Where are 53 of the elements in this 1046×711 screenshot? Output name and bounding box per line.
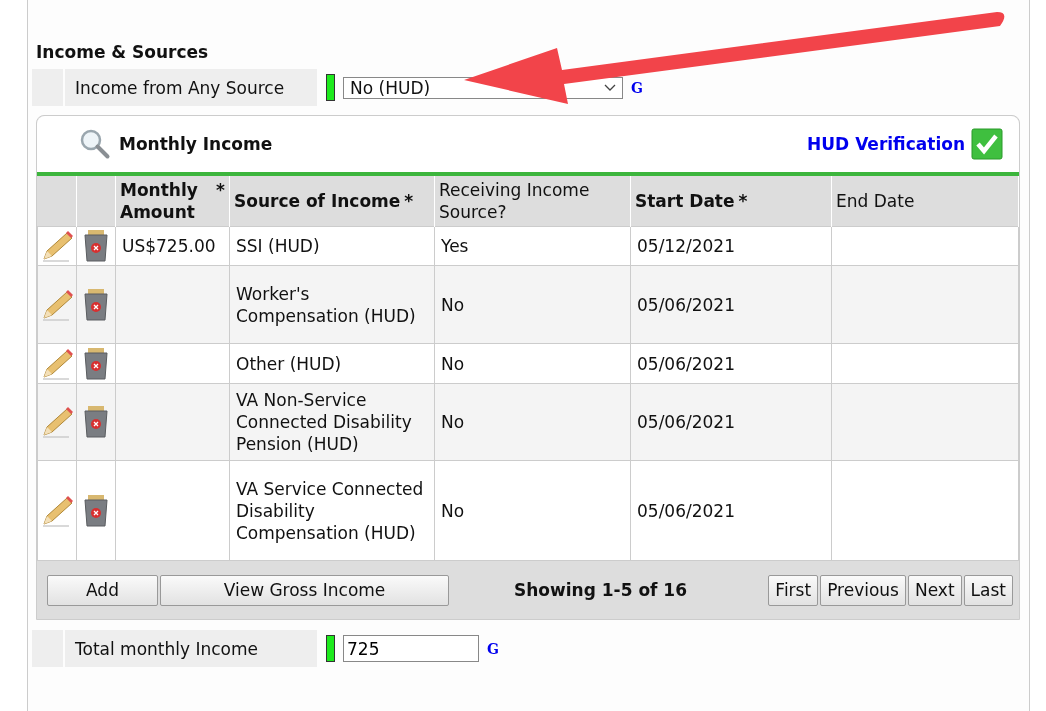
required-mark: *	[738, 190, 748, 212]
column-header: End Date	[836, 190, 915, 212]
start-date-cell: 05/12/2021	[637, 236, 735, 256]
g-link[interactable]: G	[631, 79, 643, 96]
column-header: Source of Income	[234, 190, 401, 212]
receiving-cell: No	[441, 294, 465, 315]
required-mark: *	[404, 190, 414, 212]
panel-title: Monthly Income	[119, 134, 273, 154]
pager-button[interactable]: Last	[963, 574, 1013, 606]
paging-text: Showing 1-5 of 16	[514, 580, 688, 600]
field-label: Income from Any Source	[65, 69, 317, 106]
column-header: Receiving Income Source?	[439, 179, 591, 223]
receiving-cell: Yes	[441, 236, 469, 256]
pager-button[interactable]: Previous	[820, 574, 906, 606]
pencil-icon[interactable]	[40, 493, 74, 528]
receiving-cell: No	[441, 500, 465, 521]
pager-button[interactable]: First	[768, 574, 819, 606]
receiving-cell: No	[441, 353, 465, 374]
total-input[interactable]: 725	[343, 635, 479, 662]
verification-link[interactable]: HUD Verification	[807, 134, 965, 154]
trash-icon[interactable]	[82, 229, 110, 263]
action-button[interactable]: View Gross Income	[160, 574, 449, 606]
field-label: Total monthly Income	[65, 630, 317, 667]
pencil-icon[interactable]	[40, 405, 74, 439]
source-cell: Worker's Compensation (HUD)	[236, 283, 416, 326]
search-icon[interactable]	[79, 128, 111, 160]
g-link[interactable]: G	[487, 640, 499, 657]
source-cell: SSI (HUD)	[236, 236, 320, 256]
start-date-cell: 05/06/2021	[637, 294, 735, 315]
source-cell: VA Non-Service Connected Disability Pension (HUD)	[236, 390, 412, 454]
amount-cell: US$725.00	[122, 236, 216, 256]
receiving-cell: No	[441, 412, 465, 432]
trash-icon[interactable]	[82, 493, 110, 528]
column-header: Start Date	[635, 190, 735, 212]
chevron-icon	[604, 83, 616, 92]
section-title: Income & Sources	[36, 42, 210, 62]
action-button[interactable]: Add	[47, 574, 158, 606]
start-date-cell: 05/06/2021	[637, 412, 735, 432]
required-mark: *	[216, 179, 225, 201]
pager-button[interactable]: Next	[907, 574, 962, 606]
pencil-icon[interactable]	[40, 287, 74, 322]
source-cell: Other (HUD)	[236, 353, 342, 374]
trash-icon[interactable]	[82, 405, 110, 439]
pencil-icon[interactable]	[40, 346, 74, 381]
trash-icon[interactable]	[82, 346, 110, 381]
trash-icon[interactable]	[82, 287, 110, 322]
status-indicator	[326, 635, 335, 662]
start-date-cell: 05/06/2021	[637, 353, 735, 374]
pencil-icon[interactable]	[40, 229, 74, 263]
start-date-cell: 05/06/2021	[637, 500, 735, 521]
source-cell: VA Service Connected Disability Compensation (HUD)	[236, 478, 424, 543]
status-indicator	[326, 74, 335, 101]
column-header: Monthly Amount	[120, 179, 199, 223]
